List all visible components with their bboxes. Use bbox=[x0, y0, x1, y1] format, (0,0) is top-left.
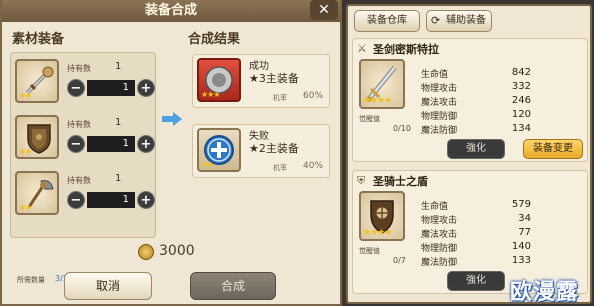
owned-label: 持有数 bbox=[67, 120, 91, 129]
stat-row: 魔法防御 133 bbox=[421, 255, 531, 268]
rate-label: 机率 bbox=[273, 164, 287, 172]
strengthen-button[interactable]: 強化 bbox=[447, 271, 505, 291]
awake-value: 0/7 bbox=[393, 256, 406, 265]
awake-label: 觉醒值 bbox=[359, 247, 380, 255]
stat-row: 物理攻击 34 bbox=[421, 213, 531, 226]
stat-row: 物理防御 140 bbox=[421, 241, 531, 254]
stat-row: 物理攻击 332 bbox=[421, 81, 531, 94]
stat-row: 魔法攻击 77 bbox=[421, 227, 531, 240]
quantity-value[interactable]: 1 bbox=[87, 136, 135, 152]
axe-icon[interactable]: ★★ bbox=[15, 171, 59, 215]
tab-assist-label: 辅助装备 bbox=[446, 15, 486, 26]
decrease-button[interactable]: − bbox=[67, 135, 85, 153]
close-button[interactable]: ✕ bbox=[310, 0, 338, 20]
owned-label: 持有数 bbox=[67, 64, 91, 73]
rarity-stars: ★★★★ bbox=[363, 228, 392, 238]
arrow-right-icon bbox=[162, 112, 182, 126]
tab-assist-equipment[interactable]: ⟳ 辅助装备 bbox=[426, 10, 492, 32]
rarity-stars: ★★ bbox=[19, 147, 32, 156]
quantity-stepper: − 1 + bbox=[67, 79, 155, 97]
watermark: 欧漫露 bbox=[510, 280, 580, 305]
synthesize-button[interactable]: 合成 bbox=[190, 272, 276, 300]
holy-sword-icon[interactable]: ★★★★ bbox=[359, 59, 405, 109]
shield-slot-icon: ⛨ bbox=[357, 174, 366, 187]
owned-label: 持有数 bbox=[67, 176, 91, 185]
equipment-name: 圣剑密斯特拉 bbox=[373, 43, 439, 56]
tab-equipment-warehouse[interactable]: 装备仓库 bbox=[354, 10, 420, 32]
rarity-stars: ★★ bbox=[19, 203, 32, 212]
materials-heading: 素材装备 bbox=[12, 32, 65, 47]
equipment-header: ⚔ 圣剑密斯特拉 bbox=[353, 39, 587, 57]
refresh-icon: ⟳ bbox=[431, 14, 441, 27]
material-row: ★★ 持有数 1 − 1 + bbox=[15, 59, 155, 111]
dialog-title-bar: 装备合成 ✕ bbox=[2, 0, 340, 22]
stat-row: 生命值 842 bbox=[421, 67, 531, 80]
success-equipment-icon: ★★★ bbox=[197, 58, 241, 102]
result-sub: ★3主装备 bbox=[249, 72, 299, 85]
result-heading: 合成结果 bbox=[188, 32, 241, 47]
equipment-header: ⛨ 圣骑士之盾 bbox=[353, 171, 587, 189]
strengthen-button[interactable]: 強化 bbox=[447, 139, 505, 159]
decrease-button[interactable]: − bbox=[67, 191, 85, 209]
quantity-value[interactable]: 1 bbox=[87, 192, 135, 208]
cancel-button[interactable]: 取消 bbox=[64, 272, 152, 300]
change-equipment-button[interactable]: 装备变更 bbox=[523, 139, 583, 159]
rarity-stars: ★★ bbox=[201, 160, 214, 169]
rate-value: 40% bbox=[303, 161, 324, 171]
dialog-title: 装备合成 bbox=[144, 3, 197, 18]
shield-icon[interactable]: ★★ bbox=[15, 115, 59, 159]
sword-slot-icon: ⚔ bbox=[357, 42, 367, 55]
result-fail: ★★ 失败 ★2主装备 机率 40% bbox=[192, 124, 330, 178]
equipment-card: ⚔ 圣剑密斯特拉 ★★★★ 觉醒值 0/10 生命值 842 物理攻击 332 魔法… bbox=[352, 38, 588, 162]
quantity-value[interactable]: 1 bbox=[87, 80, 135, 96]
rarity-stars: ★★★ bbox=[201, 90, 220, 99]
fail-equipment-icon: ★★ bbox=[197, 128, 241, 172]
awake-label: 觉醒值 bbox=[359, 115, 380, 123]
awake-value: 0/10 bbox=[393, 124, 411, 133]
sword-icon[interactable]: ★★ bbox=[15, 59, 59, 103]
rarity-stars: ★★★★ bbox=[363, 96, 392, 106]
increase-button[interactable]: + bbox=[137, 191, 155, 209]
gold-cost: 3000 bbox=[159, 243, 195, 259]
rate-label: 机率 bbox=[273, 94, 287, 102]
quantity-stepper: − 1 + bbox=[67, 191, 155, 209]
rate-value: 60% bbox=[303, 91, 324, 101]
decrease-button[interactable]: − bbox=[67, 79, 85, 97]
material-row: ★★ 持有数 1 − 1 + bbox=[15, 115, 155, 167]
required-label: 所需数量 bbox=[17, 276, 45, 284]
result-sub: ★2主装备 bbox=[249, 142, 299, 155]
stat-row: 生命值 579 bbox=[421, 199, 531, 212]
equipment-panel: 装备仓库 ⟳ 辅助装备 ⚔ 圣剑密斯特拉 ★★★★ 觉醒值 0/10 生命值 84… bbox=[346, 4, 592, 304]
rarity-stars: ★★ bbox=[19, 91, 32, 100]
materials-panel: ★★ 持有数 1 − 1 + ★★ 持有数 1 − 1 + ★★ 持有数 1 −… bbox=[10, 52, 156, 284]
stat-row: 魔法攻击 246 bbox=[421, 95, 531, 108]
synthesis-dialog: 装备合成 ✕ 素材装备 合成结果 ★★ 持有数 1 − 1 + ★★ 持有数 1… bbox=[0, 0, 342, 306]
result-success: ★★★ 成功 ★3主装备 机率 60% bbox=[192, 54, 330, 108]
equipment-name: 圣骑士之盾 bbox=[373, 175, 428, 188]
stat-row: 物理防御 120 bbox=[421, 109, 531, 122]
owned-value: 1 bbox=[115, 173, 122, 184]
quantity-stepper: − 1 + bbox=[67, 135, 155, 153]
increase-button[interactable]: + bbox=[137, 135, 155, 153]
stat-row: 魔法防御 134 bbox=[421, 123, 531, 136]
material-row: ★★ 持有数 1 − 1 + bbox=[15, 171, 155, 223]
knight-shield-icon[interactable]: ★★★★ bbox=[359, 191, 405, 241]
increase-button[interactable]: + bbox=[137, 79, 155, 97]
gold-coin-icon bbox=[138, 244, 154, 260]
owned-value: 1 bbox=[115, 61, 122, 72]
owned-value: 1 bbox=[115, 117, 122, 128]
